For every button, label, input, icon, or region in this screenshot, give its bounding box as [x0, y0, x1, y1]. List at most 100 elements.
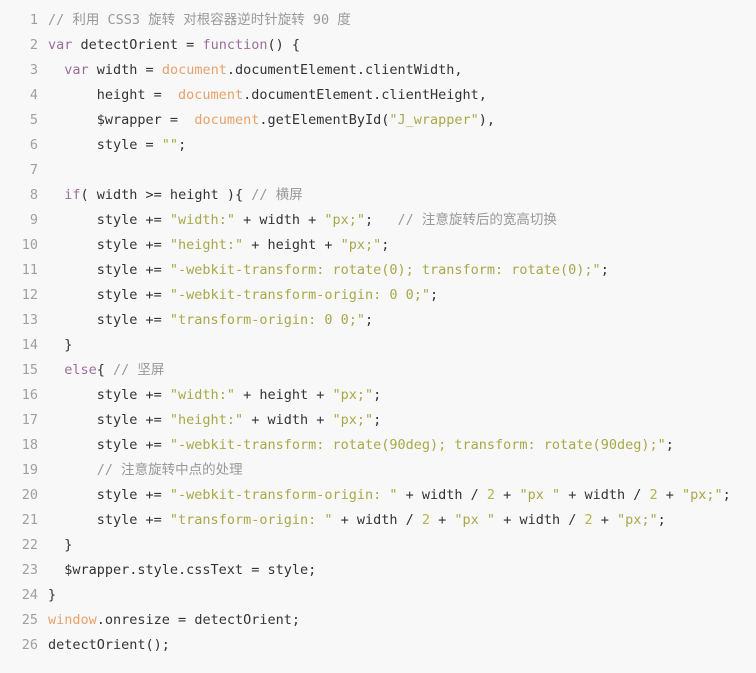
code-line[interactable]: 2 var detectOrient = function() {: [0, 33, 756, 58]
code-line[interactable]: 3 var width = document.documentElement.c…: [0, 58, 756, 83]
token-keyword: var: [64, 62, 89, 78]
code-line-content[interactable]: // 注意旋转中点的处理: [38, 458, 243, 483]
line-number: 14: [21, 337, 38, 353]
code-line-content[interactable]: style = "";: [38, 133, 186, 158]
line-number: 15: [21, 362, 38, 378]
code-line[interactable]: 12 style += "-webkit-transform-origin: 0…: [0, 283, 756, 308]
token-string: "height:": [169, 412, 244, 428]
code-line-content[interactable]: style += "height:" + height + "px;";: [38, 233, 390, 258]
code-line-content[interactable]: if( width >= height ){ // 横屏: [38, 183, 302, 208]
line-number: 25: [21, 612, 38, 628]
code-line[interactable]: 10 style += "height:" + height + "px;";: [0, 233, 756, 258]
code-line-content[interactable]: detectOrient();: [38, 633, 170, 658]
token-string: "-webkit-transform: rotate(0); transform…: [169, 262, 601, 278]
code-line-content[interactable]: // 利用 CSS3 旋转 对根容器逆时针旋转 90 度: [38, 8, 351, 33]
line-number: 6: [29, 137, 38, 153]
code-line[interactable]: 9 style += "width:" + width + "px;"; // …: [0, 208, 756, 233]
code-line[interactable]: 20 style += "-webkit-transform-origin: "…: [0, 483, 756, 508]
code-line[interactable]: 14 }: [0, 333, 756, 358]
token-plain: $wrapper.style.cssText = style;: [48, 562, 317, 578]
token-string: "": [161, 137, 179, 153]
code-line[interactable]: 24}: [0, 583, 756, 608]
code-line-content[interactable]: }: [38, 333, 72, 358]
line-number: 20: [21, 487, 38, 503]
token-number: 2: [649, 487, 658, 503]
code-line[interactable]: 1 // 利用 CSS3 旋转 对根容器逆时针旋转 90 度: [0, 8, 756, 33]
code-line-content[interactable]: }: [38, 533, 72, 558]
code-line-content[interactable]: window.onresize = detectOrient;: [38, 608, 300, 633]
code-line[interactable]: 16 style += "width:" + height + "px;";: [0, 383, 756, 408]
code-line[interactable]: 26 detectOrient();: [0, 633, 756, 658]
code-line[interactable]: 7: [0, 158, 756, 183]
code-line-content[interactable]: $wrapper.style.cssText = style;: [38, 558, 316, 583]
token-builtin: document: [161, 62, 227, 78]
line-number: 17: [21, 412, 38, 428]
code-line[interactable]: 21 style += "transform-origin: " + width…: [0, 508, 756, 533]
code-line[interactable]: 8 if( width >= height ){ // 横屏: [0, 183, 756, 208]
code-line-content[interactable]: style += "-webkit-transform: rotate(90de…: [38, 433, 674, 458]
code-line-content[interactable]: var detectOrient = function() {: [38, 33, 300, 58]
code-line[interactable]: 17 style += "height:" + width + "px;";: [0, 408, 756, 433]
code-line-content[interactable]: style += "transform-origin: " + width / …: [38, 508, 666, 533]
code-line-content[interactable]: else{ // 坚屏: [38, 358, 164, 383]
line-number: 1: [29, 12, 38, 28]
token-plain: ;: [365, 312, 374, 328]
line-number: 5: [29, 112, 38, 128]
code-line-content[interactable]: }: [38, 583, 56, 608]
token-plain: style +=: [48, 287, 170, 303]
code-line[interactable]: 4 height = document.documentElement.clie…: [0, 83, 756, 108]
code-line-content[interactable]: style += "width:" + height + "px;";: [38, 383, 382, 408]
code-line-content[interactable]: height = document.documentElement.client…: [38, 83, 487, 108]
line-number: 13: [21, 312, 38, 328]
code-line[interactable]: 25 window.onresize = detectOrient;: [0, 608, 756, 633]
code-line[interactable]: 11 style += "-webkit-transform: rotate(0…: [0, 258, 756, 283]
code-line-content[interactable]: style += "-webkit-transform-origin: " + …: [38, 483, 731, 508]
code-line-content[interactable]: style += "width:" + width + "px;"; // 注意…: [38, 208, 557, 233]
token-plain: +: [495, 487, 520, 503]
token-plain: ;: [373, 412, 382, 428]
token-plain: +: [430, 512, 455, 528]
token-plain: () {: [267, 37, 300, 53]
token-string: "px;": [324, 212, 365, 228]
token-plain: ;: [600, 262, 609, 278]
line-number: 22: [21, 537, 38, 553]
code-line[interactable]: 15 else{ // 坚屏: [0, 358, 756, 383]
token-plain: style +=: [48, 312, 170, 328]
token-plain: detectOrient =: [72, 37, 203, 53]
token-plain: ;: [373, 387, 382, 403]
code-line[interactable]: 18 style += "-webkit-transform: rotate(9…: [0, 433, 756, 458]
token-builtin: document: [194, 112, 260, 128]
line-number: 10: [21, 237, 38, 253]
code-line-content[interactable]: style += "-webkit-transform: rotate(0); …: [38, 258, 609, 283]
token-builtin: window: [48, 612, 97, 628]
token-string: "px ": [454, 512, 496, 528]
token-plain: .onresize = detectOrient;: [96, 612, 300, 628]
code-line[interactable]: 22 }: [0, 533, 756, 558]
code-line-content[interactable]: var width = document.documentElement.cli…: [38, 58, 462, 83]
token-plain: ;: [665, 437, 674, 453]
token-plain: + width /: [560, 487, 650, 503]
token-plain: style =: [48, 137, 162, 153]
code-line[interactable]: 6 style = "";: [0, 133, 756, 158]
token-string: "transform-origin: 0 0;": [169, 312, 365, 328]
code-line-content[interactable]: $wrapper = document.getElementById("J_wr…: [38, 108, 495, 133]
code-line[interactable]: 23 $wrapper.style.cssText = style;: [0, 558, 756, 583]
code-line[interactable]: 19 // 注意旋转中点的处理: [0, 458, 756, 483]
code-line[interactable]: 13 style += "transform-origin: 0 0;";: [0, 308, 756, 333]
token-number: 2: [421, 512, 431, 528]
code-line-content[interactable]: [38, 158, 56, 183]
code-block[interactable]: 1// 利用 CSS3 旋转 对根容器逆时针旋转 90 度 2 var detect…: [0, 0, 756, 673]
token-string: "width:": [169, 212, 235, 228]
code-line[interactable]: 5 $wrapper = document.getElementById("J_…: [0, 108, 756, 133]
token-plain: ;: [381, 237, 390, 253]
token-plain: {: [96, 362, 114, 378]
line-number: 24: [21, 587, 38, 603]
code-line-content[interactable]: style += "-webkit-transform-origin: 0 0;…: [38, 283, 438, 308]
token-string: "px ": [519, 487, 561, 503]
code-line-content[interactable]: style += "height:" + width + "px;";: [38, 408, 382, 433]
code-line-content[interactable]: style += "transform-origin: 0 0;";: [38, 308, 373, 333]
